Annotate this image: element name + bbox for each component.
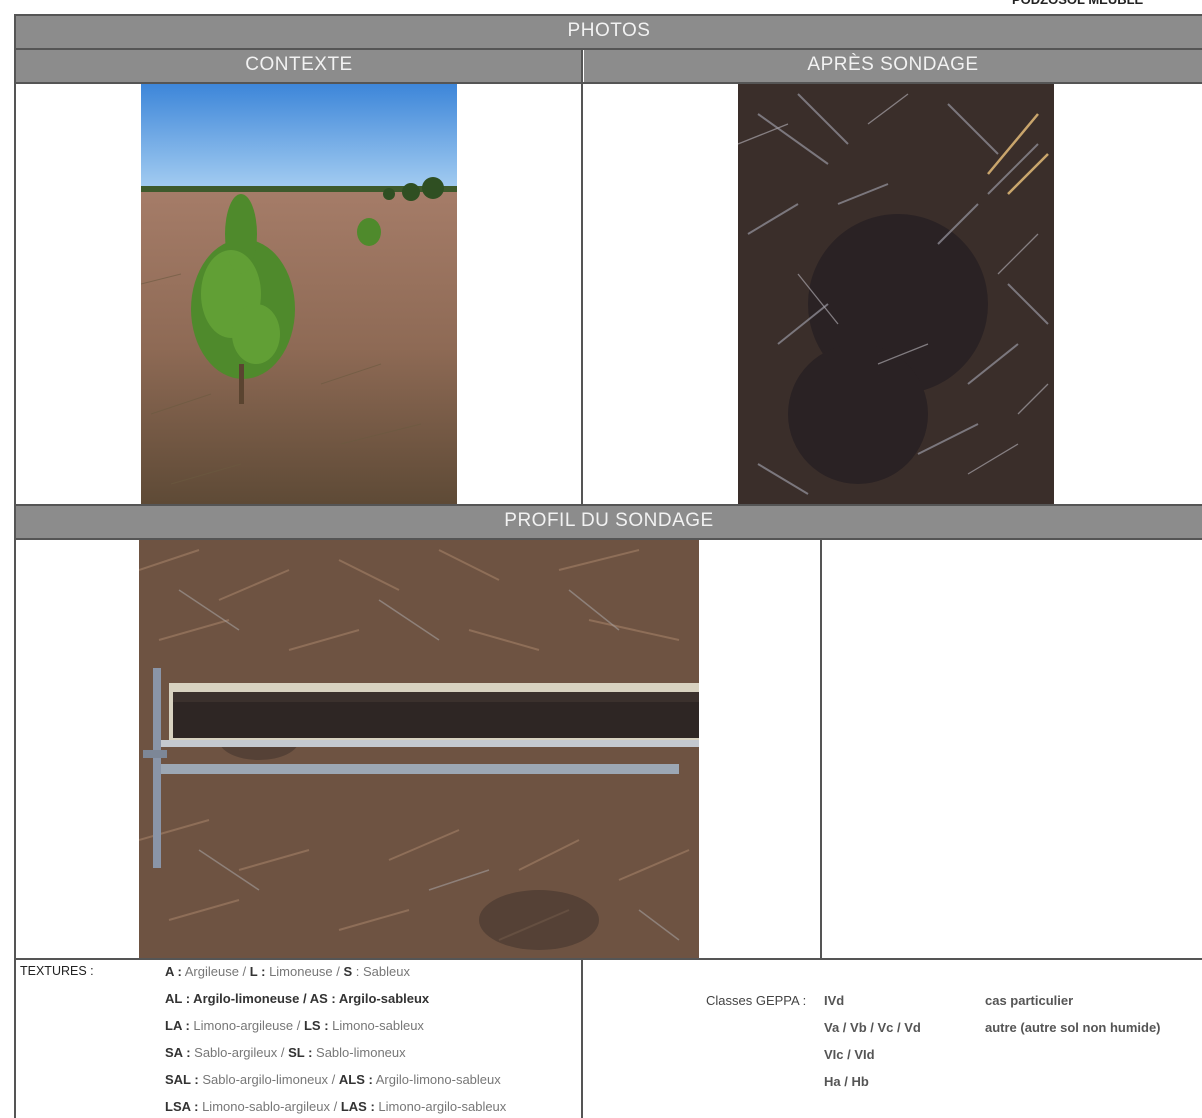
texture-code: LS : [303,1018,329,1033]
texture-desc: Sablo-limoneux [312,1045,406,1060]
texture-code: A : [165,964,182,979]
after-survey-column-header: APRÈS SONDAGE [584,50,1202,82]
texture-desc: Limono-argileuse / [189,1018,304,1033]
texture-code: L : [249,964,266,979]
geppa-label: Classes GEPPA : [706,993,807,1008]
texture-desc: Sablo-argilo-limoneux / [198,1072,339,1087]
texture-desc: Limono-sableux [328,1018,424,1033]
texture-desc: : Sableux [352,964,410,979]
texture-desc: Argilo-limoneuse / [190,991,310,1006]
texture-desc: Argilo-sableux [335,991,430,1006]
texture-code: LA : [165,1018,190,1033]
document-corner-title: PODZOSOL MEUBLE [1012,0,1202,10]
texture-code: SAL : [165,1072,199,1087]
profile-section-header: PROFIL DU SONDAGE [16,506,1202,538]
texture-line-5: SAL : Sablo-argilo-limoneux / ALS : Argi… [165,1072,501,1087]
photos-section-header: PHOTOS [16,16,1202,48]
texture-line-2: AL : Argilo-limoneuse / AS : Argilo-sabl… [165,991,429,1006]
column-divider [820,540,822,958]
after-survey-photo [738,84,1054,504]
texture-code: SA : [165,1045,191,1060]
divider [14,958,1202,960]
texture-desc: Argilo-limono-sableux [372,1072,501,1087]
geppa-class: IVd [824,993,845,1008]
texture-desc: Limoneuse / [265,964,344,979]
texture-desc: Limono-sablo-argileux / [198,1099,341,1114]
texture-desc: Sablo-argileux / [190,1045,289,1060]
texture-code: S [343,964,353,979]
geppa-class: Va / Vb / Vc / Vd [824,1020,921,1035]
geppa-class: Ha / Hb [824,1074,869,1089]
column-divider [581,50,583,504]
texture-desc: Limono-argilo-sableux [374,1099,507,1114]
profile-photo [139,540,699,958]
texture-line-1: A : Argileuse / L : Limoneuse / S : Sabl… [165,964,410,979]
texture-code: SL : [288,1045,313,1060]
texture-code: AS : [309,991,336,1006]
texture-desc: Argileuse / [181,964,250,979]
texture-line-3: LA : Limono-argileuse / LS : Limono-sabl… [165,1018,424,1033]
texture-code: LSA : [165,1099,199,1114]
texture-line-6: LSA : Limono-sablo-argileux / LAS : Limo… [165,1099,506,1114]
context-photo [141,84,457,504]
texture-line-4: SA : Sablo-argileux / SL : Sablo-limoneu… [165,1045,406,1060]
texture-code: ALS : [338,1072,373,1087]
column-divider [581,960,583,1118]
special-case-label: cas particulier [985,993,1074,1008]
special-case-value: autre (autre sol non humide) [985,1020,1161,1035]
texture-code: AL : [165,991,191,1006]
geppa-class: VIc / VId [824,1047,875,1062]
texture-code: LAS : [340,1099,375,1114]
textures-label: TEXTURES : [20,964,94,978]
context-column-header: CONTEXTE [16,50,582,82]
